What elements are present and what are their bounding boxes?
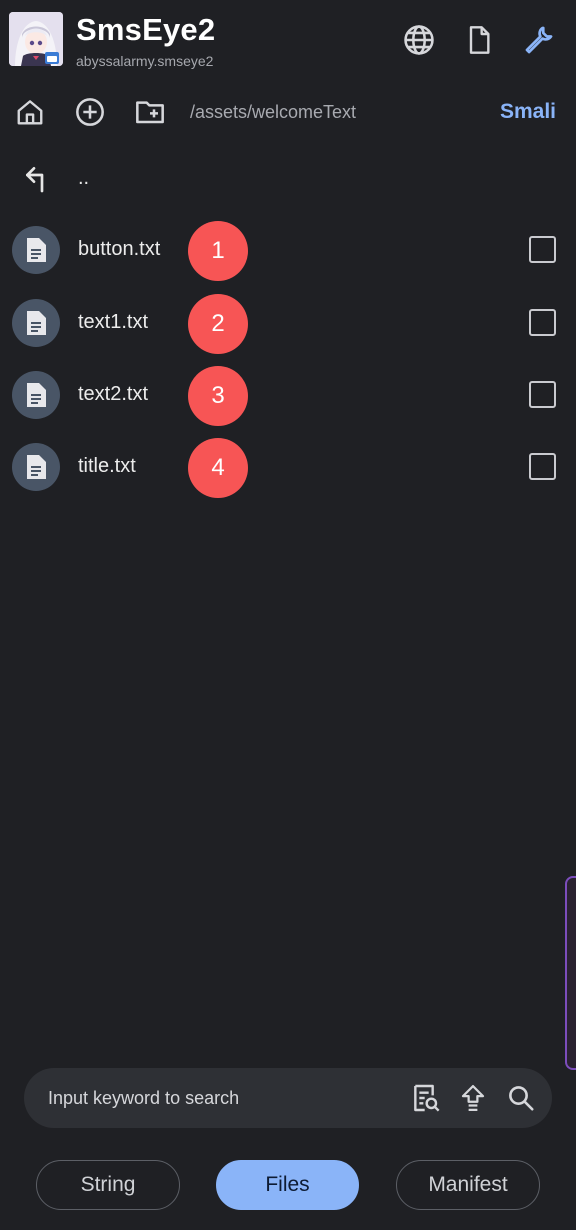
file-checkbox[interactable] [529,381,556,408]
index-badge: 1 [188,221,248,281]
file-name: text2.txt [78,383,149,405]
tab-string[interactable]: String [36,1160,180,1210]
upload-icon[interactable] [453,1078,493,1118]
file-row[interactable]: button.txt 1 [0,214,576,286]
search-icon[interactable] [501,1078,541,1118]
parent-directory-label: .. [78,167,90,189]
text-file-icon [12,299,60,347]
side-drawer-handle[interactable] [565,876,576,1070]
tab-manifest[interactable]: Manifest [396,1160,540,1210]
app-header: SmsEye2 abyssalarmy.smseye2 [0,0,576,78]
home-icon[interactable] [10,92,50,132]
search-bar [24,1068,552,1128]
back-arrow-icon [18,159,58,199]
text-file-icon [12,226,60,274]
app-avatar [9,12,63,66]
text-file-icon [12,443,60,491]
app-package-name: abyssalarmy.smseye2 [76,53,214,69]
file-name: text1.txt [78,311,149,333]
globe-icon[interactable] [399,20,439,60]
index-badge: 3 [188,366,248,426]
file-row[interactable]: title.txt 4 [0,431,576,503]
file-checkbox[interactable] [529,309,556,336]
file-checkbox[interactable] [529,236,556,263]
file-name: button.txt [78,238,161,260]
find-in-page-icon[interactable] [406,1078,446,1118]
text-file-icon [12,371,60,419]
app-title: SmsEye2 [76,12,216,47]
index-badge: 2 [188,294,248,354]
file-checkbox[interactable] [529,453,556,480]
index-badge: 4 [188,438,248,498]
parent-directory-row[interactable]: .. [0,155,576,205]
wrench-icon[interactable] [519,20,559,60]
current-path: /assets/welcomeText [190,102,357,122]
tab-files[interactable]: Files [216,1160,359,1210]
file-name: title.txt [78,455,136,477]
search-input[interactable] [48,1068,408,1128]
file-icon[interactable] [459,20,499,60]
smali-button[interactable]: Smali [500,100,556,124]
add-circle-icon[interactable] [70,92,110,132]
file-row[interactable]: text2.txt 3 [0,359,576,431]
new-folder-icon[interactable] [130,92,170,132]
path-toolbar: /assets/welcomeText Smali [0,88,576,136]
file-row[interactable]: text1.txt 2 [0,287,576,359]
